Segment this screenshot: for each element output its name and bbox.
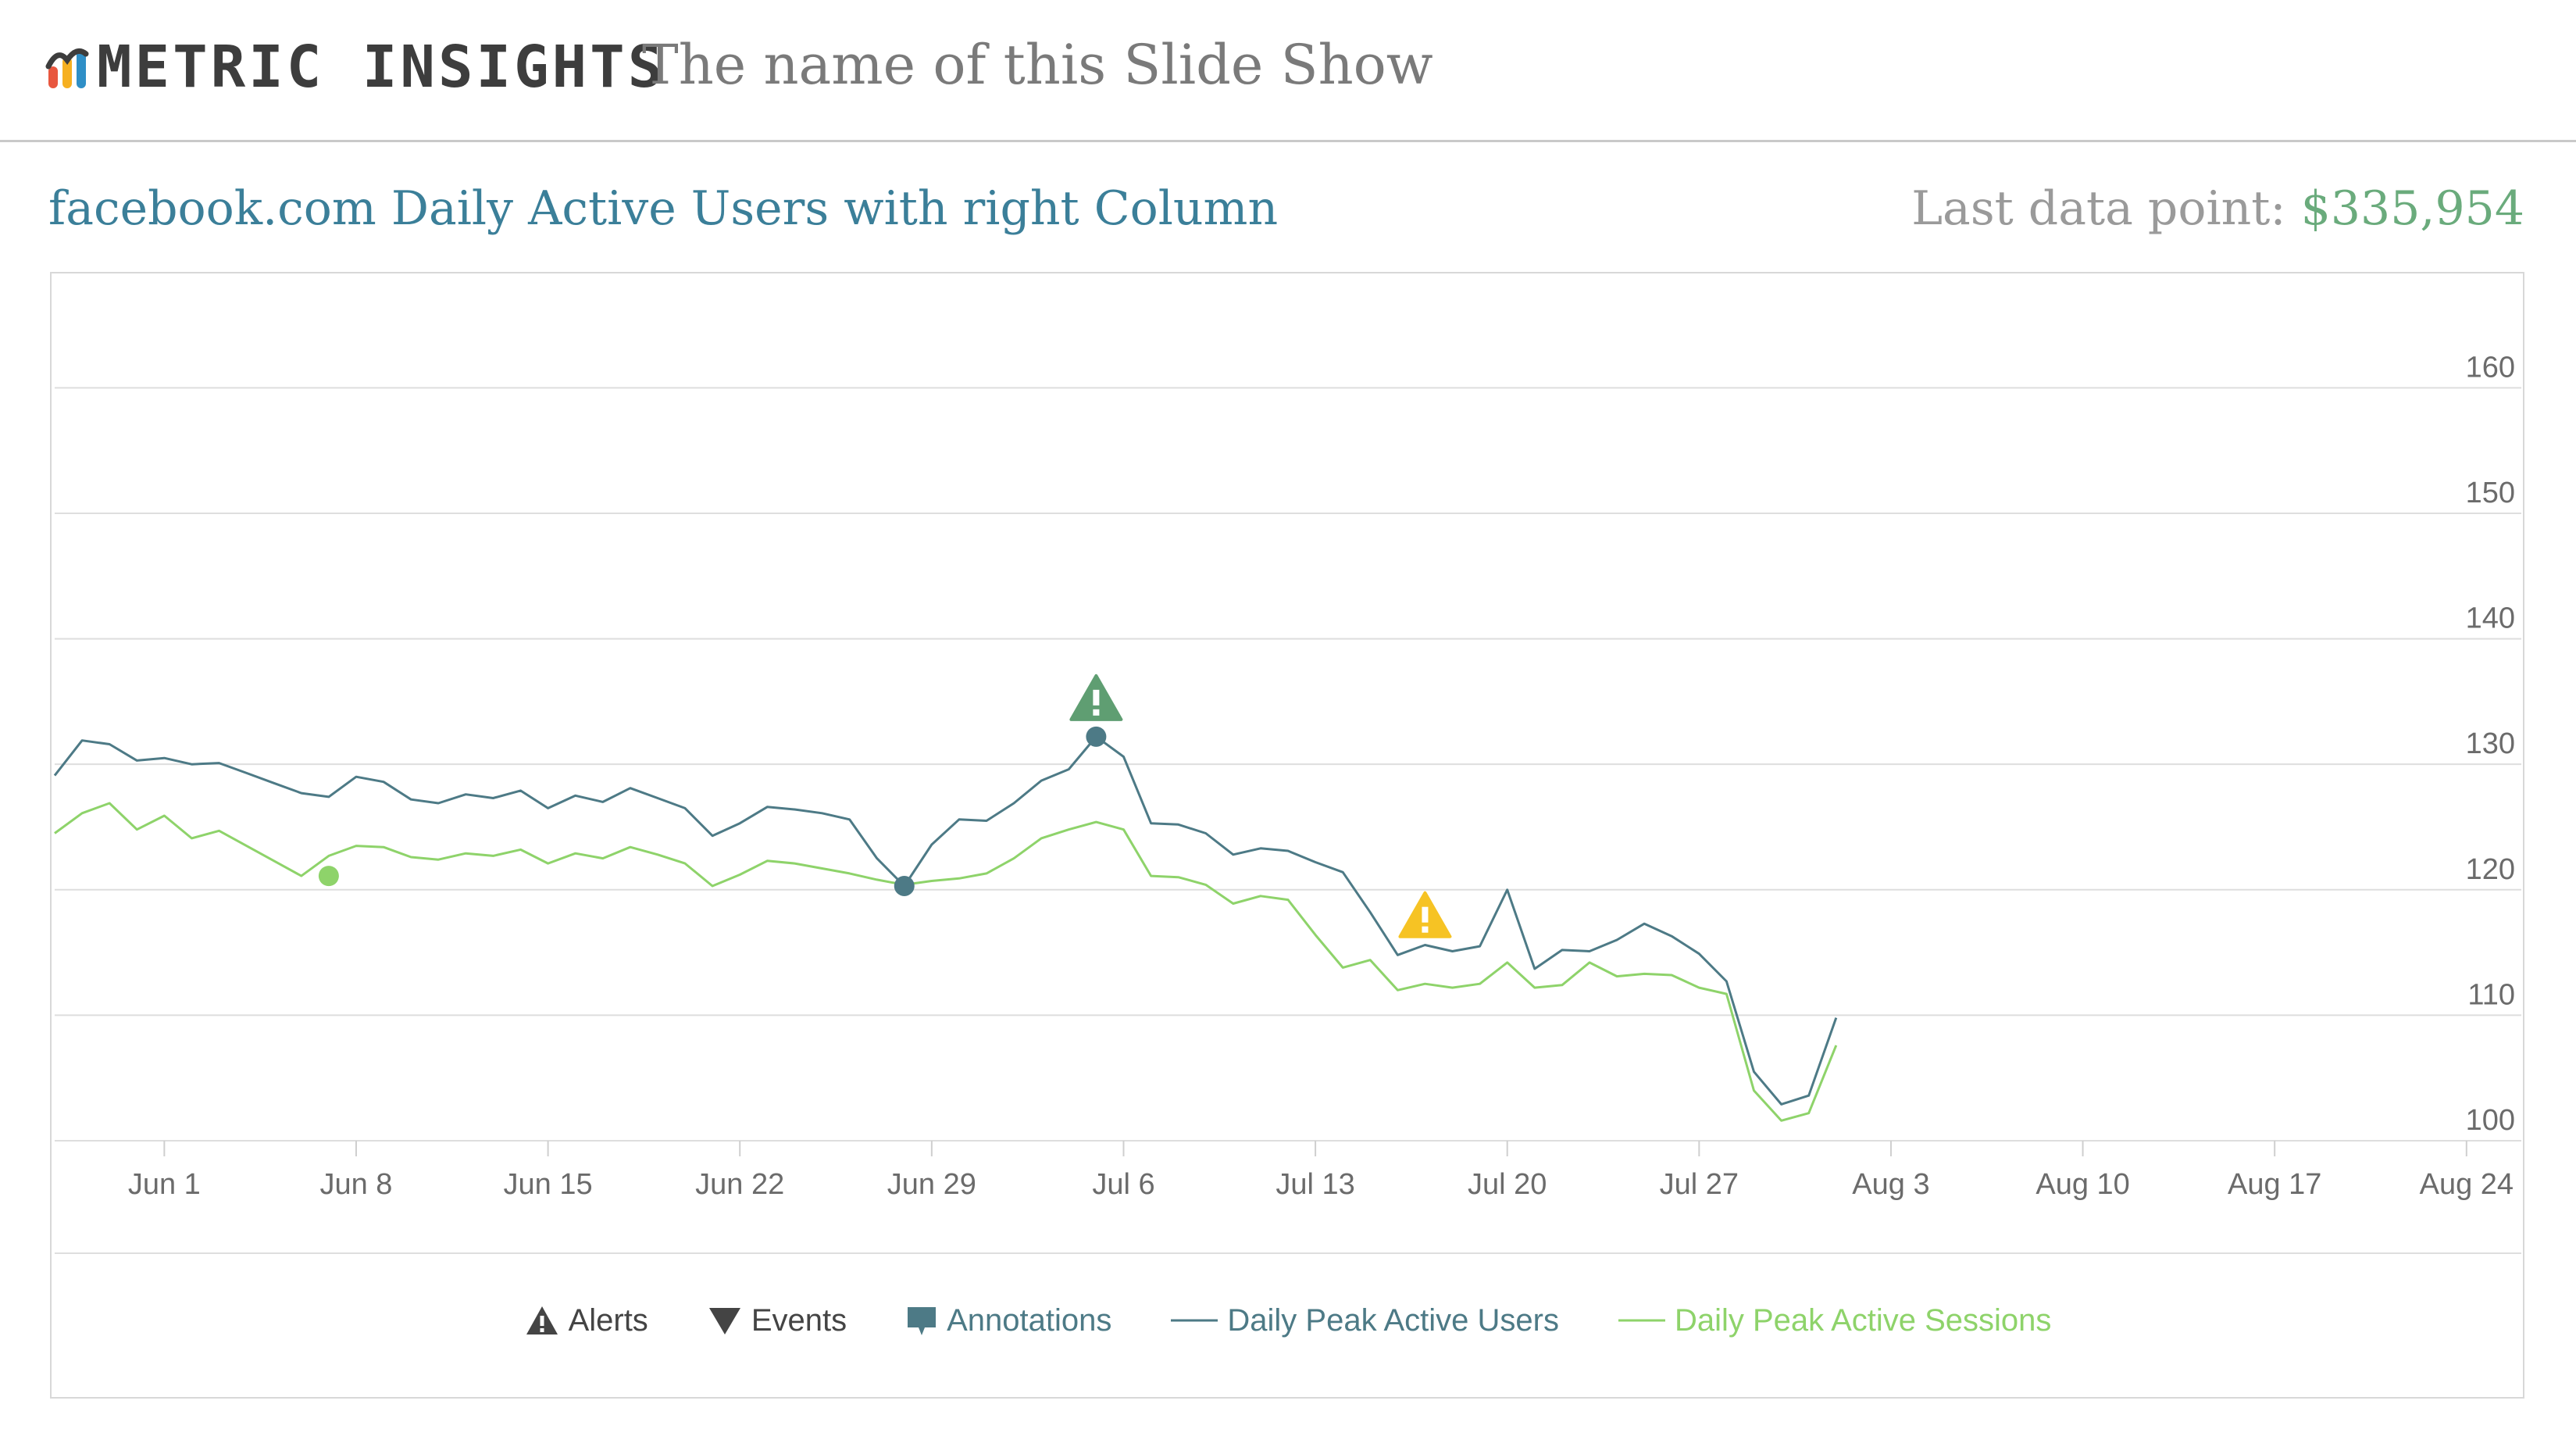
series-line-daily-peak-active-users[interactable]	[53, 735, 1838, 1106]
y-axis-ticks: 100 110 120 130 140 150 160	[2466, 351, 2515, 1137]
line-swatch-icon	[1618, 1319, 1665, 1322]
y-tick-label: 140	[2466, 602, 2515, 635]
legend-sessions-label: Daily Peak Active Sessions	[1674, 1302, 2052, 1338]
legend-users-label: Daily Peak Active Users	[1227, 1302, 1559, 1338]
y-tick-label: 100	[2466, 1104, 2515, 1137]
x-tick-label: Jun 1	[128, 1168, 201, 1201]
x-tick-label: Aug 3	[1852, 1168, 1929, 1201]
chart-legend: Alerts Events Annotations Daily Peak Act…	[0, 1297, 2576, 1344]
x-axis-ticks: Jun 1 Jun 8 Jun 15 Jun 22 Jun 29 Jul 6 Jul 13 J…	[128, 1141, 2514, 1201]
legend-daily-peak-active-users[interactable]: Daily Peak Active Users	[1171, 1303, 1559, 1338]
x-tick-label: Aug 17	[2228, 1168, 2321, 1201]
x-tick-label: Aug 24	[2420, 1168, 2514, 1201]
data-point-marker[interactable]	[1086, 726, 1107, 747]
legend-annotations-label: Annotations	[947, 1302, 1112, 1338]
y-tick-label: 120	[2466, 853, 2515, 886]
y-tick-label: 160	[2466, 351, 2515, 384]
legend-events[interactable]: Events	[708, 1303, 847, 1338]
legend-daily-peak-active-sessions[interactable]: Daily Peak Active Sessions	[1618, 1303, 2051, 1338]
x-tick-label: Jul 27	[1660, 1168, 1739, 1201]
y-tick-label: 150	[2466, 477, 2515, 509]
event-triangle-down-icon	[708, 1308, 740, 1334]
gridlines	[55, 387, 2521, 1254]
y-tick-label: 130	[2466, 727, 2515, 760]
x-tick-label: Jun 8	[319, 1168, 392, 1201]
x-tick-label: Jul 20	[1468, 1168, 1547, 1201]
x-tick-label: Aug 10	[2035, 1168, 2129, 1201]
x-tick-label: Jul 6	[1092, 1168, 1154, 1201]
x-tick-label: Jun 15	[504, 1168, 593, 1201]
series-lines	[53, 735, 1838, 1122]
legend-events-label: Events	[751, 1302, 847, 1338]
x-tick-label: Jul 13	[1276, 1168, 1354, 1201]
alert-marker-icon[interactable]	[1398, 891, 1452, 938]
legend-alerts[interactable]: Alerts	[525, 1303, 648, 1338]
legend-annotations[interactable]: Annotations	[906, 1303, 1111, 1338]
x-tick-label: Jun 22	[695, 1168, 784, 1201]
data-point-marker[interactable]	[318, 866, 339, 887]
annotation-flag-icon	[908, 1307, 937, 1335]
line-chart[interactable]: 100110120130140150160 Jun 1 Jun 8 Jun 15 Ju…	[0, 0, 2576, 1447]
line-swatch-icon	[1171, 1319, 1218, 1322]
legend-alerts-label: Alerts	[568, 1302, 648, 1338]
chart-markers	[318, 673, 1452, 938]
series-line-daily-peak-active-sessions[interactable]	[54, 802, 1838, 1122]
data-point-marker[interactable]	[894, 875, 915, 896]
y-tick-label: 110	[2467, 978, 2515, 1011]
alert-marker-icon[interactable]	[1069, 673, 1123, 721]
alert-triangle-icon	[526, 1306, 558, 1334]
x-tick-label: Jun 29	[887, 1168, 976, 1201]
